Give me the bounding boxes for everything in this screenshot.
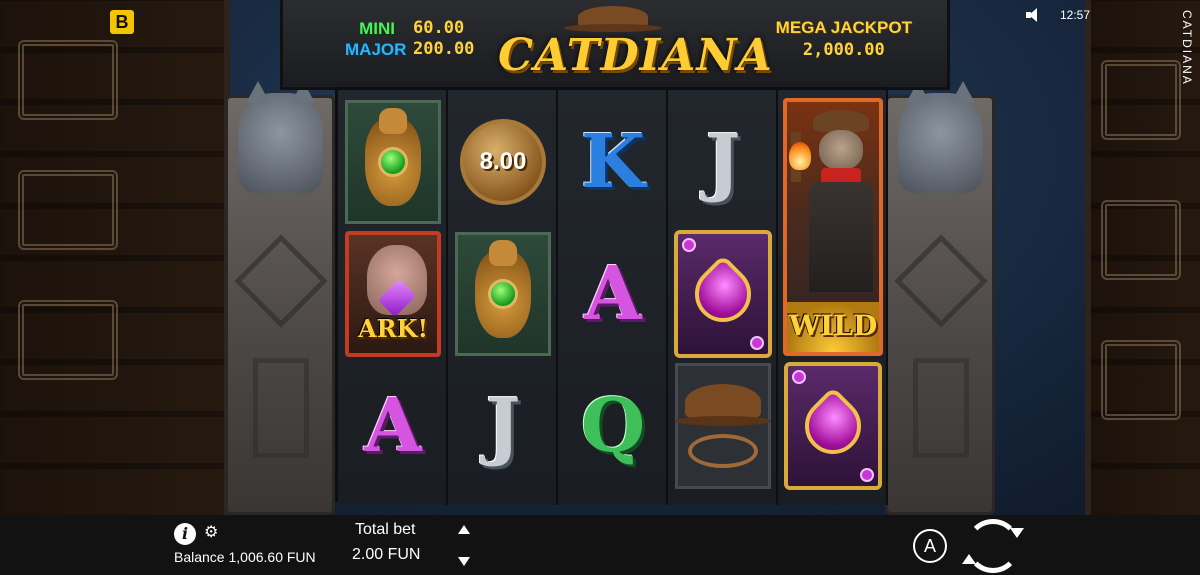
symbol-coin: 8.00 [453, 98, 553, 226]
cat-statue-icon [898, 81, 983, 193]
jackpot-mini: MINI 60.00 [345, 18, 474, 39]
jackpot-mini-value: 60.00 [413, 18, 465, 38]
bet-increase-arrow-icon[interactable] [458, 525, 470, 534]
cat-amulet-icon [475, 240, 531, 338]
reel-5: WILD [778, 90, 888, 505]
symbol-wild-expanded: WILD [783, 98, 883, 356]
symbol-heart-gem [673, 230, 773, 358]
right-cat-statue-pillar [885, 81, 995, 515]
brand-logo-icon: B [110, 10, 134, 34]
torch-icon [789, 132, 811, 182]
jackpot-major-label: MAJOR [345, 40, 407, 59]
symbol-hat-whip [673, 362, 773, 490]
cat-amulet-icon [365, 108, 421, 206]
jackpot-mega: MEGA JACKPOT 2,000.00 [776, 18, 912, 60]
letter-q: Q [580, 383, 646, 469]
heart-gem-icon [683, 254, 763, 334]
symbol-ark-cat: ARK! [343, 230, 443, 358]
symbol-j: J [453, 362, 553, 490]
jackpot-list: MINI 60.00 MAJOR 200.00 [345, 18, 474, 60]
symbol-a: A [563, 230, 663, 358]
symbol-j: J [673, 98, 773, 226]
jackpot-major-value: 200.00 [413, 39, 475, 59]
jackpot-mega-label: MEGA JACKPOT [775, 18, 912, 37]
game-scene: B 12:57 CATDIANA MINI 60.00 MAJOR 200.00… [0, 0, 1200, 515]
control-bar: i ⚙ Balance 1,006.60 FUN Total bet 2.00 … [0, 515, 1200, 575]
game-title-vertical: CATDIANA [1180, 10, 1194, 86]
status-area: 12:57 [1025, 8, 1090, 22]
letter-a: A [584, 251, 642, 337]
autoplay-button[interactable]: A [913, 529, 947, 563]
coin-value: 8.00 [479, 148, 527, 175]
left-temple-wall [0, 0, 230, 515]
reel-3: K A Q [558, 90, 668, 505]
jackpot-major: MAJOR 200.00 [345, 39, 474, 60]
symbol-cat-amulet [343, 98, 443, 226]
fedora-hat-icon [675, 384, 771, 426]
reel-2: 8.00 J [448, 90, 558, 505]
heart-gem-icon [793, 386, 873, 466]
jackpot-mini-label: MINI [359, 19, 395, 38]
gear-icon[interactable]: ⚙ [204, 525, 220, 541]
cat-statue-icon [238, 81, 323, 193]
ark-label: ARK! [358, 314, 428, 343]
symbol-cat-amulet [453, 230, 553, 358]
jackpot-mega-value: 2,000.00 [802, 40, 885, 60]
symbol-a: A [343, 362, 443, 490]
balance-text: Balance 1,006.60 FUN [174, 549, 316, 565]
speaker-icon[interactable] [1025, 8, 1042, 22]
left-cat-statue-pillar [225, 81, 335, 515]
symbol-q: Q [563, 362, 663, 490]
info-icon[interactable]: i [174, 523, 196, 545]
whip-icon [688, 434, 758, 468]
total-bet-value: 2.00 FUN [352, 546, 421, 563]
letter-j: J [705, 119, 741, 205]
clock-time: 12:57 [1059, 8, 1090, 22]
letter-k: K [580, 119, 646, 205]
letter-j: J [485, 383, 521, 469]
game-logo: CATDIANA [498, 6, 773, 84]
reel-1: ARK! A [338, 90, 448, 505]
letter-a: A [364, 383, 422, 469]
game-logo-text: CATDIANA [498, 30, 773, 81]
jackpot-banner: MINI 60.00 MAJOR 200.00 CATDIANA MEGA JA… [280, 0, 950, 90]
total-bet-label: Total bet [355, 521, 416, 538]
explorer-cat-icon [819, 130, 863, 170]
bet-decrease-arrow-icon[interactable] [458, 557, 470, 566]
spin-button[interactable] [962, 519, 1024, 573]
coin-icon: 8.00 [460, 119, 546, 205]
fedora-hat-icon [564, 6, 662, 32]
symbol-k: K [563, 98, 663, 226]
wild-label: WILD [788, 309, 878, 342]
reel-grid: ARK! A 8.00 J K A Q J WILD [335, 87, 888, 505]
reel-4: J [668, 90, 778, 505]
symbol-heart-gem [783, 362, 883, 490]
